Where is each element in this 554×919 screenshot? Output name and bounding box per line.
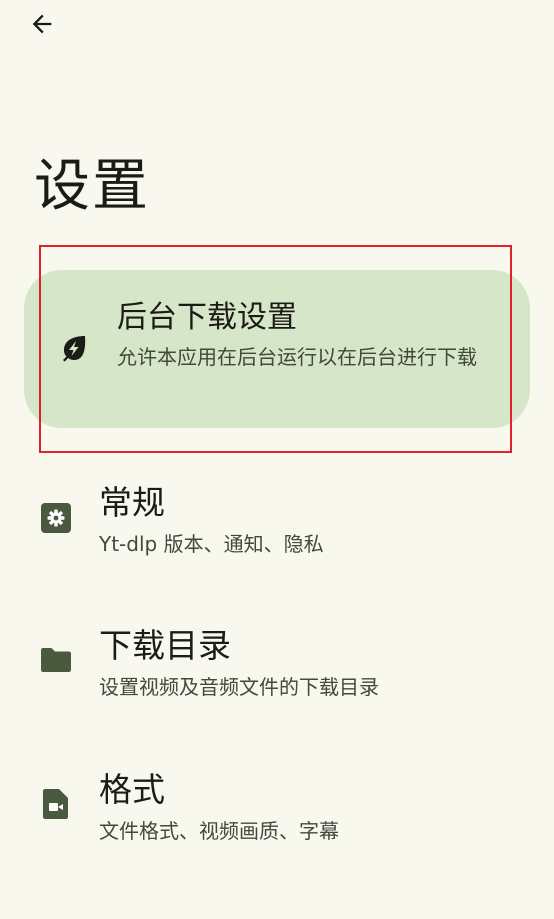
folder-icon xyxy=(41,648,71,672)
settings-item-download-directory[interactable]: 下载目录 设置视频及音频文件的下载目录 xyxy=(0,612,554,732)
settings-gear-icon xyxy=(41,503,71,533)
eco-leaf-bolt-icon xyxy=(63,336,86,362)
settings-item-subtitle: Yt-dlp 版本、通知、隐私 xyxy=(99,532,324,556)
settings-item-title: 格式 xyxy=(99,770,165,809)
settings-item-subtitle: 设置视频及音频文件的下载目录 xyxy=(99,675,379,699)
card-subtitle: 允许本应用在后台运行以在后台进行下载 xyxy=(117,345,477,369)
settings-item-title: 常规 xyxy=(99,483,165,522)
settings-item-general[interactable]: 常规 Yt-dlp 版本、通知、隐私 xyxy=(0,470,554,590)
card-title: 后台下载设置 xyxy=(117,300,297,335)
back-button[interactable] xyxy=(24,6,60,42)
settings-item-title: 下载目录 xyxy=(99,626,231,665)
settings-item-subtitle: 文件格式、视频画质、字幕 xyxy=(99,819,339,843)
video-file-icon xyxy=(43,789,68,819)
arrow-left-icon xyxy=(32,14,52,34)
settings-item-format[interactable]: 格式 文件格式、视频画质、字幕 xyxy=(0,755,554,875)
page-title: 设置 xyxy=(34,154,150,219)
background-download-settings-item[interactable]: 后台下载设置 允许本应用在后台运行以在后台进行下载 xyxy=(24,270,530,428)
